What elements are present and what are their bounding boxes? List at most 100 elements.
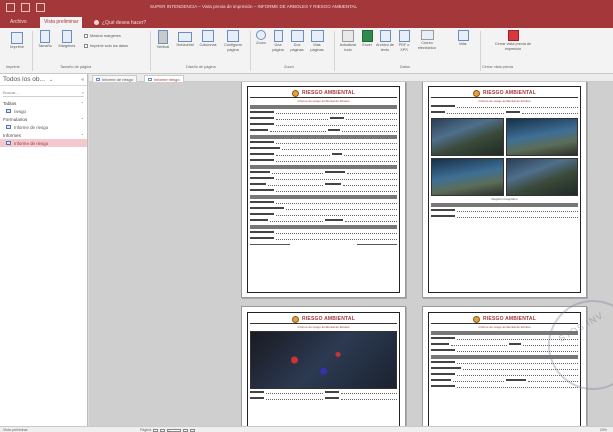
landscape-icon xyxy=(178,32,192,42)
more-icon xyxy=(457,30,469,41)
export-text-button[interactable]: Archivo de texto xyxy=(376,30,394,52)
collapse-arrow-icon: ⌃ xyxy=(80,116,84,122)
nav-group-informes[interactable]: Informes ⌃ xyxy=(0,131,87,139)
horizontal-button[interactable]: Horizontal xyxy=(174,32,196,48)
magnifier-icon xyxy=(256,30,266,40)
more-export-button[interactable]: Más xyxy=(456,30,470,47)
collapse-arrow-icon: ⌃ xyxy=(80,100,84,106)
ribbon-separator xyxy=(32,31,33,71)
print-preview-area[interactable]: RIESGO AMBIENTAL Informe de riesgo ambie… xyxy=(89,82,613,426)
tell-me-box[interactable]: ¿Qué desea hacer? xyxy=(90,17,150,28)
ribbon-separator xyxy=(334,31,335,71)
ribbon-tabs: Archivo Vista preliminar ¿Qué desea hace… xyxy=(0,15,613,28)
zoom-button[interactable]: Zoom xyxy=(254,30,268,46)
page-setup-button[interactable]: Configurar página xyxy=(222,30,244,52)
next-page-button[interactable] xyxy=(183,428,189,432)
report-banner: RIESGO AMBIENTAL xyxy=(431,89,578,98)
quick-access-toolbar xyxy=(6,3,45,12)
group-size-label: Tamaño de página xyxy=(60,65,92,69)
undo-icon[interactable] xyxy=(21,3,30,12)
ribbon-separator xyxy=(250,31,251,71)
tell-me-label: ¿Qué desea hacer? xyxy=(102,19,147,26)
collapse-arrow-icon: ⌃ xyxy=(80,132,84,138)
margins-icon xyxy=(62,30,72,43)
status-bar: Vista preliminar Página 1 20% xyxy=(0,426,613,432)
doc-tab-form[interactable]: Informe de riesgo xyxy=(92,75,138,82)
report-banner: RIESGO AMBIENTAL xyxy=(250,89,397,98)
close-preview-button[interactable]: Cerrar vista previa de impresión xyxy=(488,30,538,51)
window-title: SUPER INTENDENCIA – Vista previa de impr… xyxy=(150,4,357,9)
first-page-button[interactable] xyxy=(153,428,159,432)
signature-lines xyxy=(250,244,397,245)
photo-image xyxy=(431,118,504,156)
navigation-pane: Todos los ob... ⌄ « Buscar... ⌕ Tablas ⌃ … xyxy=(0,74,88,426)
tab-vista-preliminar[interactable]: Vista preliminar xyxy=(40,17,83,28)
size-button[interactable]: Tamaño xyxy=(36,30,54,49)
nav-item-table[interactable]: riesgo xyxy=(0,107,87,115)
status-text: Vista preliminar xyxy=(3,428,28,432)
section-bar xyxy=(250,135,397,139)
tab-archivo[interactable]: Archivo xyxy=(6,17,31,28)
more-pages-button[interactable]: Más páginas xyxy=(308,30,326,52)
doc-tab-report[interactable]: Informe riesgo xyxy=(144,75,184,82)
columns-button[interactable]: Columnas xyxy=(198,30,218,48)
collapse-pane-icon[interactable]: « xyxy=(81,77,84,83)
show-margins-checkbox[interactable]: Mostrar márgenes xyxy=(84,34,121,38)
two-pages-button[interactable]: Dos páginas xyxy=(288,30,306,52)
vertical-button[interactable]: Vertical xyxy=(154,30,172,50)
section-bar xyxy=(250,105,397,109)
columns-icon xyxy=(202,30,214,42)
envelope-icon xyxy=(420,30,434,40)
margins-button[interactable]: Márgenes xyxy=(56,30,78,49)
nav-header[interactable]: Todos los ob... ⌄ « xyxy=(0,74,87,86)
redo-icon[interactable] xyxy=(36,3,45,12)
print-data-only-checkbox[interactable]: Imprimir solo los datos xyxy=(84,44,128,48)
email-button[interactable]: Correo electrónico xyxy=(414,30,440,50)
form-icon xyxy=(96,77,100,81)
report-page: RIESGO AMBIENTAL Informe de riesgo ambie… xyxy=(241,82,406,298)
title-bar: SUPER INTENDENCIA – Vista previa de impr… xyxy=(0,0,613,15)
page-number-input[interactable]: 1 xyxy=(167,428,182,432)
logo-icon xyxy=(473,89,481,97)
photo-image xyxy=(505,118,578,156)
refresh-all-button[interactable]: Actualizar todo xyxy=(338,30,358,52)
nav-item-report[interactable]: Informe de riesgo xyxy=(0,139,87,147)
save-icon[interactable] xyxy=(6,3,15,12)
group-layout-label: Diseño de página xyxy=(186,65,216,69)
one-page-icon xyxy=(273,30,283,42)
nav-group-formularios[interactable]: Formularios ⌃ xyxy=(0,115,87,123)
section-bar xyxy=(431,203,578,207)
nav-search-box[interactable]: Buscar... ⌕ xyxy=(3,88,84,97)
refresh-icon xyxy=(342,30,354,42)
prev-page-button[interactable] xyxy=(160,428,166,432)
page-setup-icon xyxy=(227,30,239,42)
two-pages-icon xyxy=(290,30,304,42)
printer-icon xyxy=(11,32,23,44)
document-tabs: Informe de riesgo Informe riesgo xyxy=(89,74,613,82)
last-page-button[interactable] xyxy=(190,428,196,432)
one-page-button[interactable]: Una página xyxy=(270,30,286,52)
excel-icon xyxy=(361,30,373,42)
chevron-down-icon[interactable]: ⌄ xyxy=(49,77,53,83)
photo-image xyxy=(505,158,578,196)
more-pages-icon xyxy=(310,30,324,42)
report-subtitle: Informe de riesgo ambiental de árboles xyxy=(478,99,531,103)
nav-group-tablas[interactable]: Tablas ⌃ xyxy=(0,99,87,107)
section-bar xyxy=(250,165,397,169)
zoom-level[interactable]: 20% xyxy=(600,428,607,432)
page-label: Página xyxy=(140,428,152,432)
export-pdf-button[interactable]: PDF o XPS xyxy=(396,30,412,52)
search-icon: ⌕ xyxy=(81,89,84,95)
print-button[interactable]: Imprimir xyxy=(8,32,26,50)
group-data-label: Datos xyxy=(400,65,410,69)
group-zoom-label: Zoom xyxy=(284,65,294,69)
report-icon xyxy=(6,141,11,145)
report-banner: RIESGO AMBIENTAL xyxy=(250,315,397,324)
report-page: RIESGO AMBIENTAL Informe de riesgo ambie… xyxy=(422,82,587,298)
logo-icon xyxy=(292,315,300,323)
map-image xyxy=(250,331,397,389)
logo-icon xyxy=(292,89,300,97)
report-subtitle: Informe de riesgo ambiental de árboles xyxy=(297,99,350,103)
export-excel-button[interactable]: Excel xyxy=(360,30,374,48)
nav-item-form[interactable]: Informe de riesgo xyxy=(0,123,87,131)
